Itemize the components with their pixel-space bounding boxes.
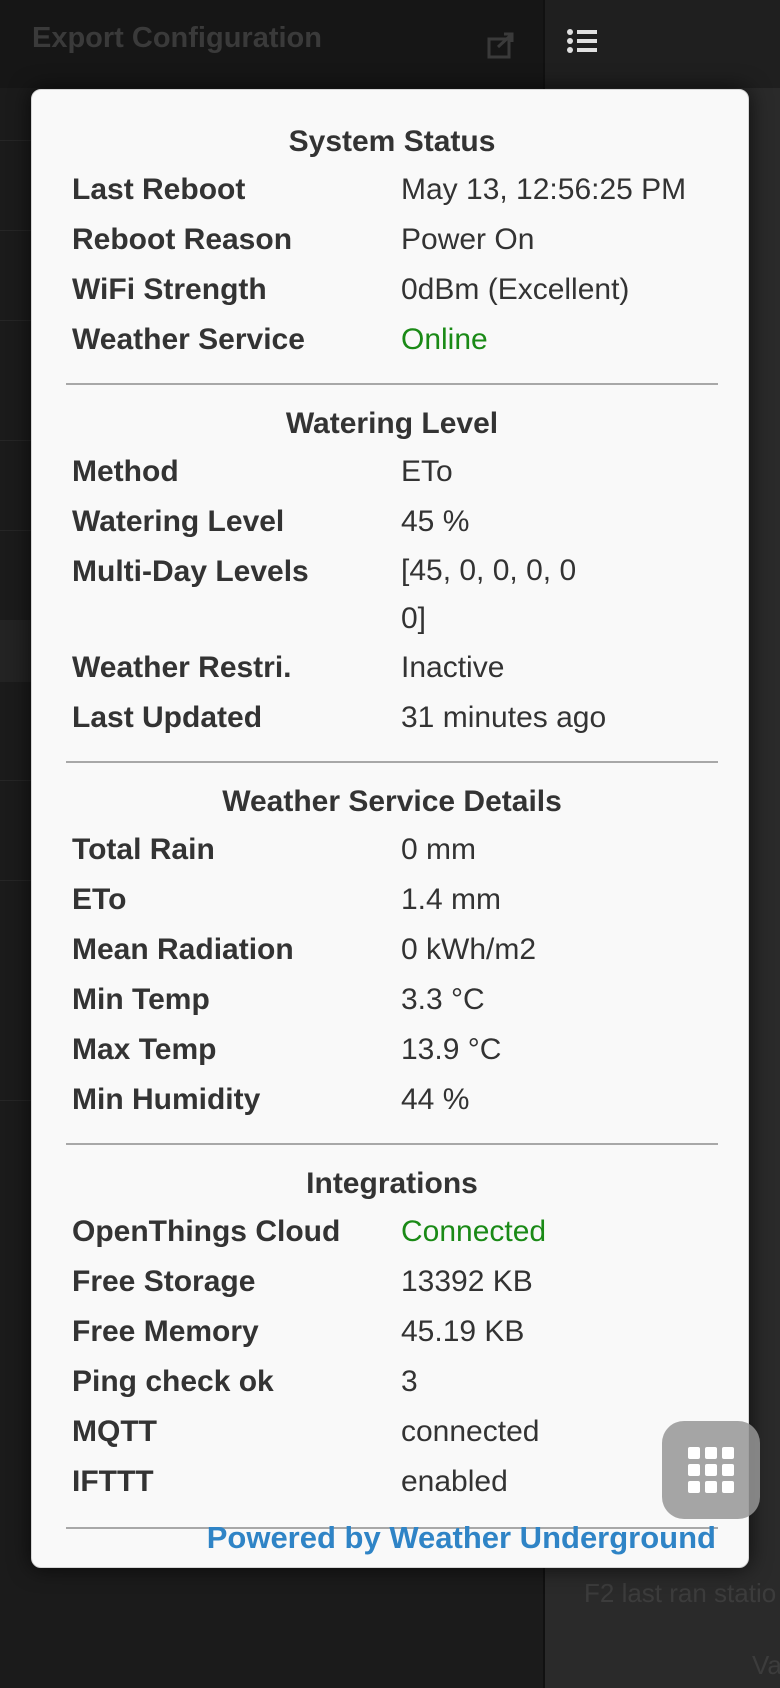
row-label: Weather Service xyxy=(72,323,305,356)
row-label: Method xyxy=(72,455,179,488)
row-label: ETo xyxy=(72,883,127,916)
row-label: WiFi Strength xyxy=(72,273,267,306)
row-label: OpenThings Cloud xyxy=(72,1215,341,1248)
section-title-weather-details: Weather Service Details xyxy=(222,785,562,818)
row-label: Free Memory xyxy=(72,1315,259,1348)
status-row: ETo 1.4 mm xyxy=(66,875,718,925)
row-label: Free Storage xyxy=(72,1265,256,1298)
row-label: Multi-Day Levels xyxy=(72,555,309,588)
status-row: MQTT connected xyxy=(66,1407,718,1457)
row-value: [45, 0, 0, 0, 0 0] xyxy=(401,554,577,635)
row-value: May 13, 12:56:25 PM xyxy=(401,173,687,206)
background-title: Export Configuration xyxy=(32,22,322,54)
row-label: Weather Restri. xyxy=(72,651,292,684)
row-value: 31 minutes ago xyxy=(401,701,607,734)
row-label: Min Temp xyxy=(72,983,210,1016)
row-value: Power On xyxy=(401,223,535,256)
weather-underground-link[interactable]: Powered by Weather Underground xyxy=(207,1520,716,1556)
status-row: Ping check ok 3 xyxy=(66,1357,718,1407)
row-label: IFTTT xyxy=(72,1465,154,1498)
row-label: Last Reboot xyxy=(72,173,246,206)
list-menu-icon[interactable] xyxy=(566,26,600,56)
row-label: Max Temp xyxy=(72,1033,217,1066)
status-row: Weather Service Online xyxy=(66,315,718,365)
status-row: Watering Level 45 % xyxy=(66,497,718,547)
openthings-status: Connected xyxy=(401,1215,547,1248)
row-label: Ping check ok xyxy=(72,1365,274,1398)
keypad-grid-icon xyxy=(688,1447,734,1493)
row-label: Reboot Reason xyxy=(72,223,293,256)
status-row: Free Memory 45.19 KB xyxy=(66,1307,718,1357)
row-value: 1.4 mm xyxy=(401,883,502,916)
status-row: OpenThings Cloud Connected xyxy=(66,1207,718,1257)
row-label: Mean Radiation xyxy=(72,933,294,966)
row-value: 0 mm xyxy=(401,833,476,866)
row-value: 0dBm (Excellent) xyxy=(401,273,630,306)
row-value: 0 kWh/m2 xyxy=(401,933,537,966)
row-value: 3.3 °C xyxy=(401,983,485,1016)
weather-service-status: Online xyxy=(401,323,488,356)
export-icon xyxy=(486,30,516,60)
row-label: MQTT xyxy=(72,1415,157,1448)
row-value: 45 % xyxy=(401,505,470,538)
row-label: Watering Level xyxy=(72,505,285,538)
section-title-system-status: System Status xyxy=(288,125,496,158)
status-row: Method ETo xyxy=(66,447,718,497)
status-row: WiFi Strength 0dBm (Excellent) xyxy=(66,265,718,315)
row-label: Total Rain xyxy=(72,833,215,866)
status-row: Min Humidity 44 % xyxy=(66,1075,718,1125)
status-row: Max Temp 13.9 °C xyxy=(66,1025,718,1075)
status-row: Free Storage 13392 KB xyxy=(66,1257,718,1307)
row-label: Min Humidity xyxy=(72,1083,261,1116)
status-row: Total Rain 0 mm xyxy=(66,825,718,875)
row-value: Inactive xyxy=(401,651,505,684)
keypad-button[interactable] xyxy=(662,1421,760,1519)
status-row: IFTTT enabled xyxy=(66,1457,718,1507)
status-row: Weather Restri. Inactive xyxy=(66,643,718,693)
background-text-fragment: F2 last ran statio xyxy=(584,1578,777,1608)
status-row: Min Temp 3.3 °C xyxy=(66,975,718,1025)
row-value: 3 xyxy=(401,1365,418,1398)
row-value: 13392 KB xyxy=(401,1265,533,1298)
status-row: Reboot Reason Power On xyxy=(66,215,718,265)
background-header: Export Configuration xyxy=(0,0,543,88)
row-value: 13.9 °C xyxy=(401,1033,502,1066)
background-text-fragment-2: Va xyxy=(752,1650,780,1680)
row-value: ETo xyxy=(401,455,453,488)
system-status-popup: System Status Last Reboot May 13, 12:56:… xyxy=(31,89,749,1568)
status-row: Last Updated 31 minutes ago xyxy=(66,693,718,743)
status-row: Last Reboot May 13, 12:56:25 PM xyxy=(66,165,718,215)
row-value: 44 % xyxy=(401,1083,470,1116)
status-row: Mean Radiation 0 kWh/m2 xyxy=(66,925,718,975)
status-row: Multi-Day Levels [45, 0, 0, 0, 0 0] xyxy=(66,547,718,643)
row-value: 45.19 KB xyxy=(401,1315,525,1348)
popup-content: System Status Last Reboot May 13, 12:56:… xyxy=(66,90,718,1529)
section-title-integrations: Integrations xyxy=(306,1167,478,1200)
row-label: Last Updated xyxy=(72,701,263,734)
section-title-watering-level: Watering Level xyxy=(285,407,499,440)
